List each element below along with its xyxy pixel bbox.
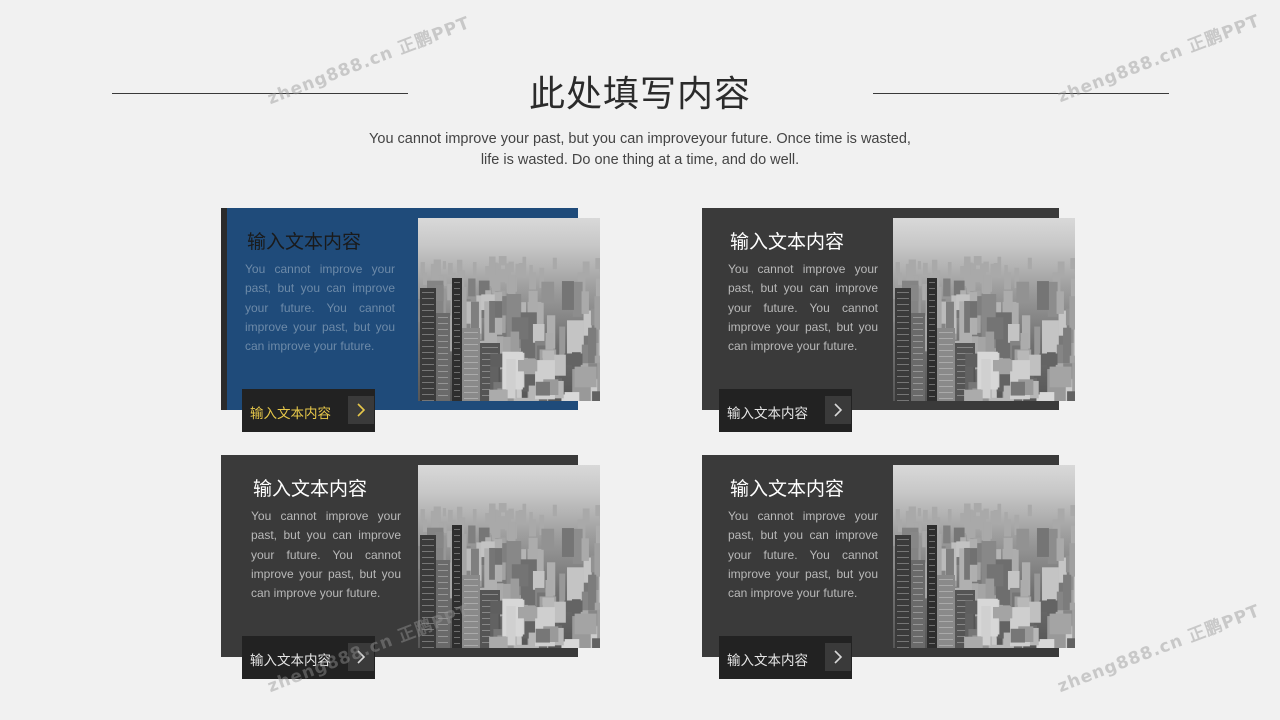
card-button-label: 输入文本内容 <box>727 406 808 422</box>
card-title: 输入文本内容 <box>730 231 845 253</box>
content-card-3: 输入文本内容 You cannot improve your past, but… <box>221 455 601 680</box>
chevron-right-icon[interactable] <box>348 396 374 424</box>
card-button[interactable]: 输入文本内容 <box>242 389 375 432</box>
card-body: You cannot improve your past, but you ca… <box>251 509 401 601</box>
content-card-1: 输入文本内容 You cannot improve your past, but… <box>221 208 601 433</box>
card-title: 输入文本内容 <box>253 478 368 500</box>
watermark: zheng888.cn 正鹏PPT <box>1054 601 1264 697</box>
city-skyline-photo <box>418 218 600 401</box>
card-button-label: 输入文本内容 <box>727 653 808 669</box>
content-card-2: 输入文本内容 You cannot improve your past, but… <box>702 208 1082 433</box>
city-skyline-photo <box>893 465 1075 648</box>
card-button[interactable]: 输入文本内容 <box>719 636 852 679</box>
card-button-label: 输入文本内容 <box>250 406 331 422</box>
card-button[interactable]: 输入文本内容 <box>719 389 852 432</box>
content-card-4: 输入文本内容 You cannot improve your past, but… <box>702 455 1082 680</box>
subtitle-line-1: You cannot improve your past, but you ca… <box>369 131 911 147</box>
card-body: You cannot improve your past, but you ca… <box>728 509 878 601</box>
city-skyline-photo <box>893 218 1075 401</box>
subtitle-line-2: life is wasted. Do one thing at a time, … <box>480 152 800 168</box>
card-title: 输入文本内容 <box>247 231 362 253</box>
card-body: You cannot improve your past, but you ca… <box>245 262 395 354</box>
card-body: You cannot improve your past, but you ca… <box>728 262 878 354</box>
chevron-right-icon[interactable] <box>825 643 851 671</box>
page-subtitle: You cannot improve your past, but you ca… <box>340 129 940 171</box>
chevron-right-icon[interactable] <box>825 396 851 424</box>
card-title: 输入文本内容 <box>730 478 845 500</box>
